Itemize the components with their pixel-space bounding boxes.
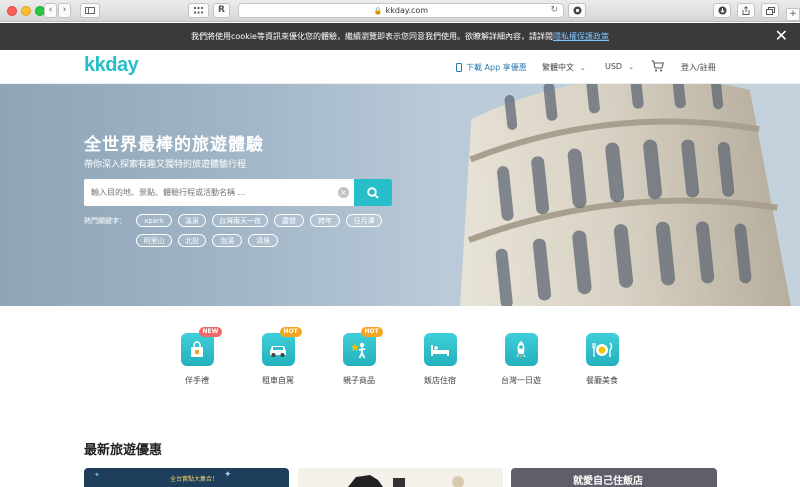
- category-label: 伴手禮: [185, 376, 209, 385]
- search-box: ×: [84, 179, 392, 206]
- sidebar-button[interactable]: [80, 3, 100, 18]
- hot-tag[interactable]: 阿里山: [136, 234, 172, 247]
- chevron-down-icon: ⌄: [628, 62, 634, 71]
- hot-tag[interactable]: 露營: [274, 214, 304, 227]
- hot-tag[interactable]: 溫泉: [178, 214, 206, 227]
- browser-toolbar: ‹ › R 🔒 kkday.com ↻ +: [0, 0, 800, 22]
- category-souvenirs[interactable]: NEW 伴手禮: [167, 327, 227, 386]
- url-text: kkday.com: [385, 6, 429, 15]
- search-icon: [367, 186, 379, 199]
- extension-icon: [573, 6, 581, 15]
- tabs-overview-button[interactable]: [761, 3, 779, 18]
- privacy-policy-link[interactable]: 隱私權保護政策: [553, 31, 609, 42]
- category-family[interactable]: HOT 親子商品: [329, 327, 389, 386]
- download-icon: [718, 6, 726, 15]
- chevron-right-icon: ›: [62, 5, 67, 15]
- category-label: 台灣一日遊: [501, 376, 541, 385]
- kid-star-icon: HOT: [342, 327, 383, 366]
- search-button[interactable]: [354, 179, 392, 206]
- category-dining[interactable]: 餐廳美食: [572, 333, 632, 386]
- category-label: 親子商品: [343, 376, 375, 385]
- hero-banner: 全世界最棒的旅遊體驗 帶你深入探索有趣又獨特的旅遊體驗行程 × 熱門關鍵字： x…: [0, 84, 800, 306]
- extension-button[interactable]: [568, 3, 586, 18]
- category-day-tours[interactable]: 台灣一日遊: [491, 333, 551, 386]
- deal-card-illustration: [348, 475, 464, 487]
- chevron-left-icon: ‹: [48, 5, 53, 15]
- cookie-banner: 我們將使用cookie等資訊來優化您的體驗，繼續瀏覽即表示您同意我們使用。欲瞭解…: [0, 23, 800, 50]
- download-app-link[interactable]: 下載 App 享優惠: [456, 62, 527, 73]
- reload-icon[interactable]: ↻: [550, 5, 558, 15]
- currency-label: USD: [605, 62, 623, 71]
- hot-badge: HOT: [279, 327, 302, 337]
- chevron-down-icon: ⌄: [580, 63, 586, 72]
- car-icon: HOT: [261, 327, 302, 366]
- close-window-button[interactable]: [7, 6, 17, 16]
- category-label: 飯店住宿: [424, 376, 456, 385]
- tabs-icon: [765, 6, 775, 15]
- search-input[interactable]: [84, 179, 344, 206]
- close-icon[interactable]: ✕: [775, 26, 788, 46]
- deal-card[interactable]: 全台實點大集合！ ✦ ✦: [84, 468, 289, 487]
- share-button[interactable]: [737, 3, 755, 18]
- reader-extension-button[interactable]: R: [213, 3, 230, 18]
- hot-tag[interactable]: 日月潭: [346, 214, 382, 227]
- phone-icon: [456, 63, 462, 72]
- category-label: 餐廳美食: [586, 376, 618, 385]
- clear-icon[interactable]: ×: [338, 187, 349, 198]
- bed-icon: [423, 333, 457, 366]
- hero-title: 全世界最棒的旅遊體驗: [84, 135, 264, 155]
- rocket-icon: [504, 333, 538, 366]
- address-bar[interactable]: 🔒 kkday.com ↻: [238, 3, 564, 18]
- language-selector[interactable]: 繁體中文 ⌄: [542, 62, 586, 73]
- new-badge: NEW: [198, 327, 223, 337]
- plus-icon: +: [789, 9, 797, 19]
- deal-card[interactable]: 就愛自己住飯店: [511, 468, 717, 487]
- hot-tag[interactable]: 北投: [178, 234, 206, 247]
- sparkle-icon: ✦: [94, 471, 100, 479]
- hot-keywords-label: 熱門關鍵字：: [84, 217, 126, 225]
- kkday-logo[interactable]: kkday: [84, 54, 139, 77]
- gift-bag-icon: NEW: [180, 327, 223, 366]
- back-button[interactable]: ‹: [44, 3, 57, 18]
- minimize-window-button[interactable]: [21, 6, 31, 16]
- sparkle-icon: ✦: [224, 470, 232, 480]
- new-tab-button[interactable]: +: [786, 8, 800, 21]
- r-extension-icon: R: [218, 5, 225, 15]
- download-app-label: 下載 App 享優惠: [466, 63, 527, 72]
- share-icon: [742, 6, 750, 15]
- category-hotels[interactable]: 飯店住宿: [410, 333, 470, 386]
- sidebar-icon: [85, 7, 95, 14]
- site-header: kkday 下載 App 享優惠 繁體中文 ⌄ USD ⌄ 登入/註冊: [0, 50, 800, 84]
- login-label: 登入/註冊: [681, 63, 716, 72]
- hot-tag[interactable]: 泡湯: [212, 234, 242, 247]
- dining-icon: [585, 333, 619, 366]
- forward-button[interactable]: ›: [58, 3, 71, 18]
- cart-icon: [651, 60, 664, 72]
- hot-tag[interactable]: xpark: [136, 214, 172, 227]
- top-sites-button[interactable]: [188, 3, 209, 18]
- deal-card[interactable]: [298, 468, 503, 487]
- cart-button[interactable]: [651, 60, 664, 72]
- hot-badge: HOT: [360, 327, 383, 337]
- hero-subtitle: 帶你深入探索有趣又獨特的旅遊體驗行程: [84, 160, 247, 170]
- category-car-rental[interactable]: HOT 租車自駕: [248, 327, 308, 386]
- hot-tag[interactable]: 台灣兩天一夜: [212, 214, 268, 227]
- leaning-tower-image: [456, 84, 795, 306]
- currency-selector[interactable]: USD ⌄: [605, 62, 634, 71]
- deal-card-text: 就愛自己住飯店: [573, 476, 643, 487]
- grid-icon: [194, 7, 203, 14]
- hot-tag[interactable]: 跨年: [310, 214, 340, 227]
- hot-tag[interactable]: 清境: [248, 234, 278, 247]
- lock-icon: 🔒: [373, 6, 383, 15]
- category-label: 租車自駕: [262, 376, 294, 385]
- deals-section-title: 最新旅遊優惠: [84, 443, 163, 458]
- language-label: 繁體中文: [542, 63, 574, 72]
- downloads-button[interactable]: [713, 3, 731, 18]
- cookie-text: 我們將使用cookie等資訊來優化您的體驗，繼續瀏覽即表示您同意我們使用。欲瞭解…: [191, 32, 553, 41]
- login-register-link[interactable]: 登入/註冊: [681, 62, 716, 73]
- deal-card-text: 全台實點大集合！: [170, 476, 219, 483]
